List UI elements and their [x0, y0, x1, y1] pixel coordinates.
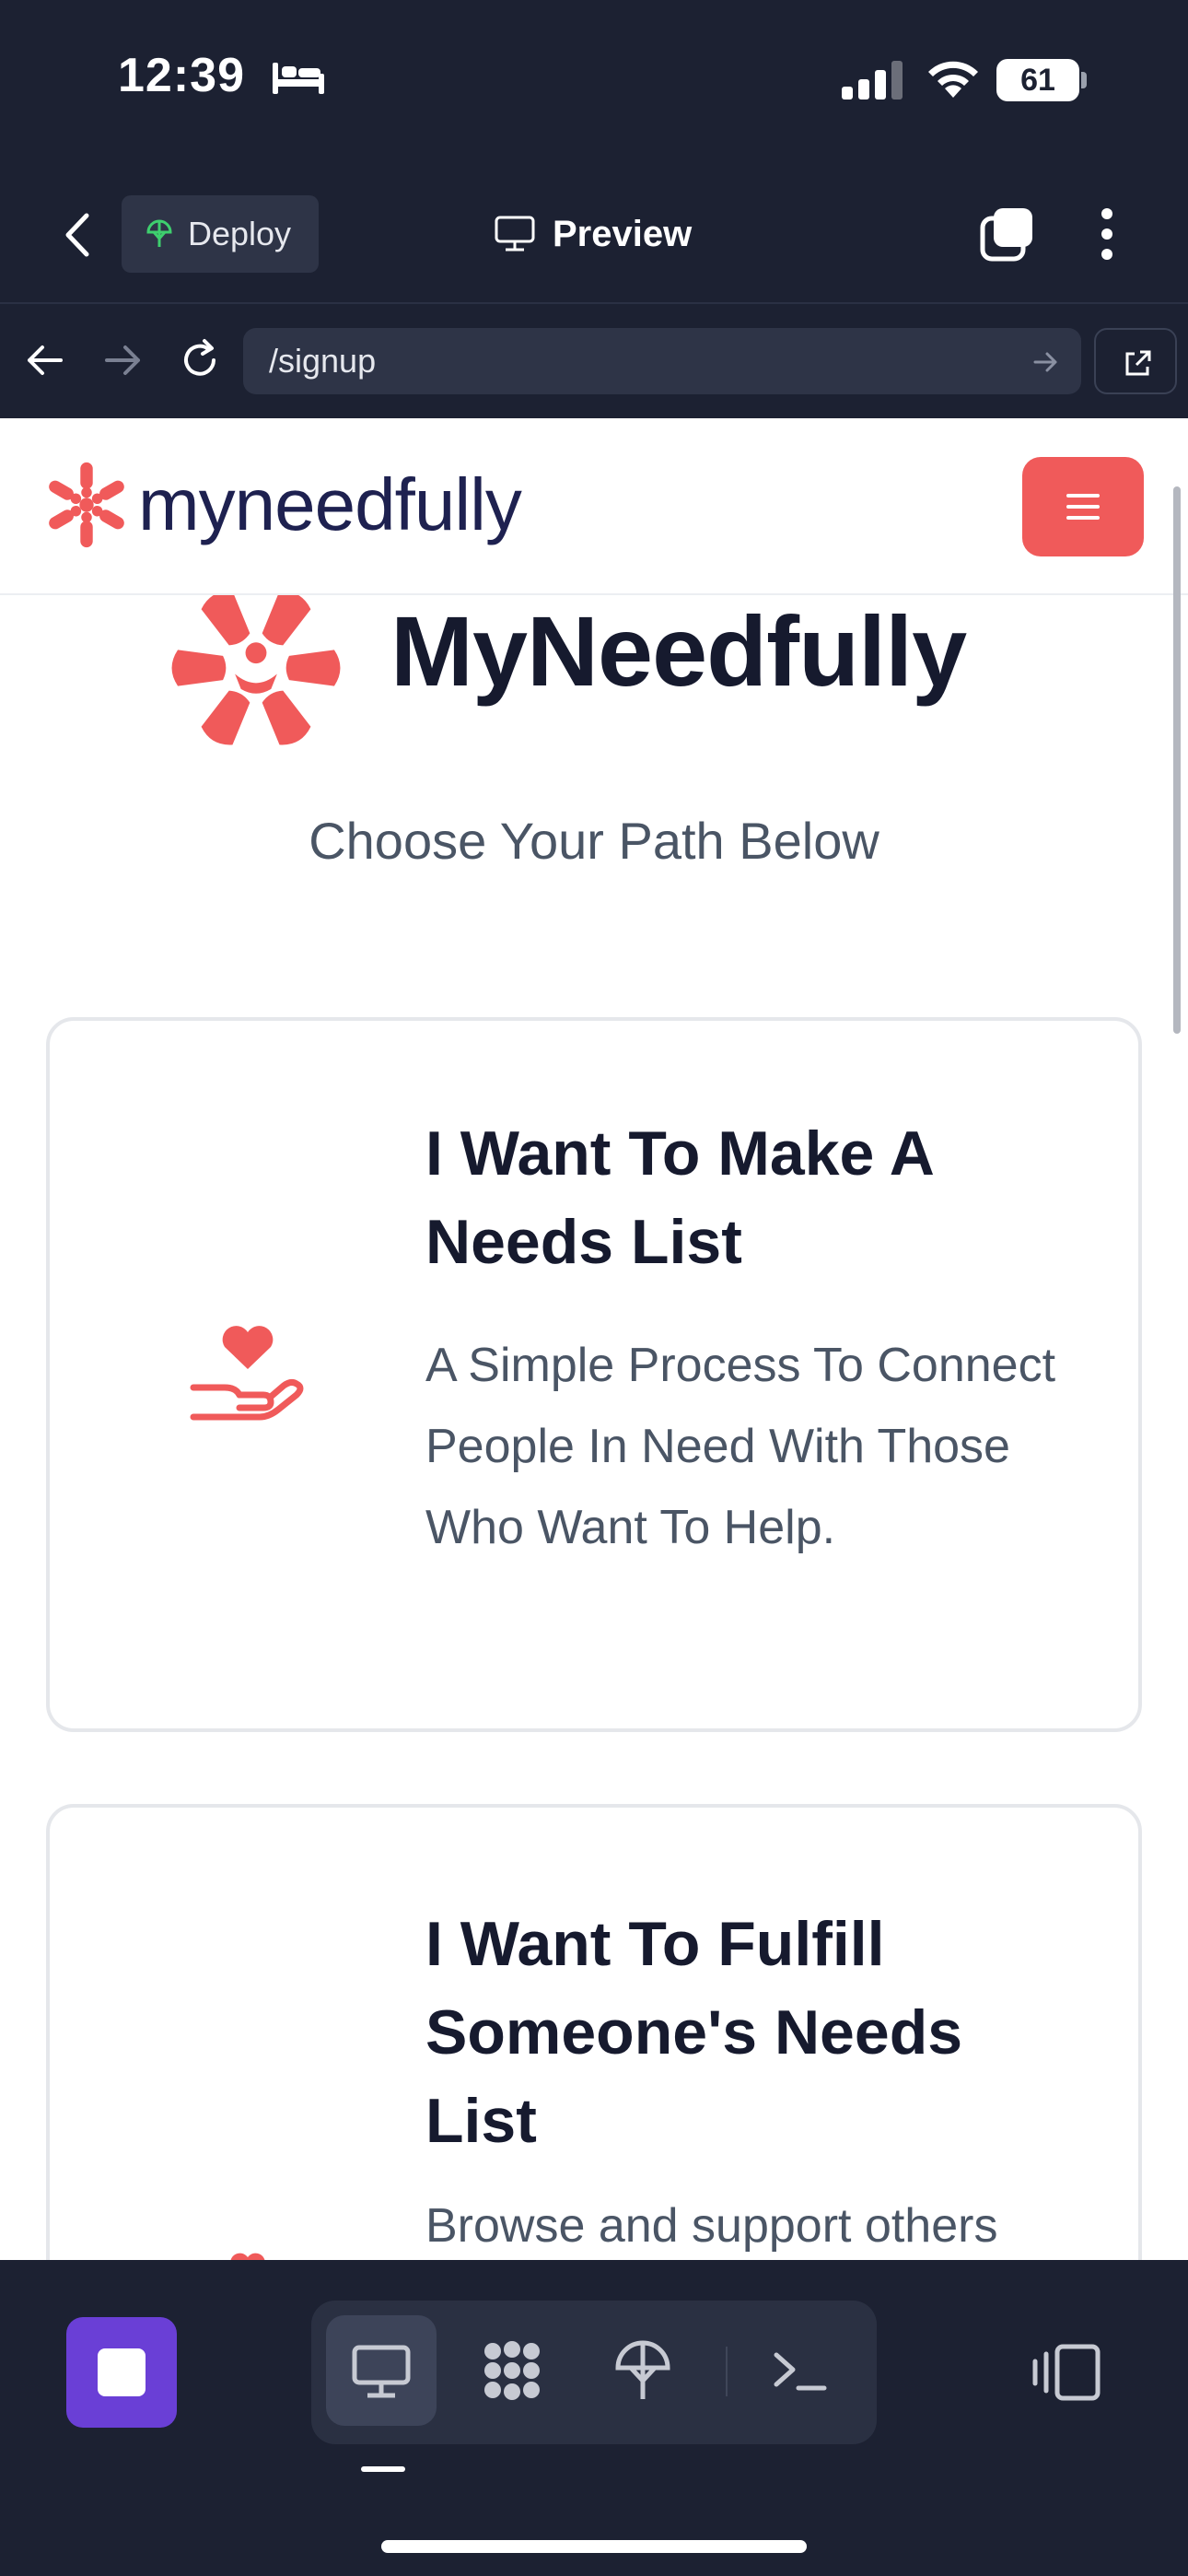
go-arrow-icon[interactable]: [1031, 348, 1059, 376]
terminal-icon: [774, 2352, 827, 2391]
url-field[interactable]: /signup: [243, 328, 1081, 394]
fulfill-needs-list-card[interactable]: I Want To Fulfill Someone's Needs List B…: [46, 1804, 1142, 2260]
browser-bar: /signup: [0, 304, 1188, 418]
url-text: /signup: [269, 342, 377, 380]
page-subtitle: Choose Your Path Below: [309, 812, 879, 870]
hamburger-icon-line: [1066, 516, 1100, 520]
card-description: Browse and support others: [425, 2199, 998, 2253]
deploy-label: Deploy: [188, 215, 292, 252]
hamburger-menu-button[interactable]: [1022, 457, 1144, 556]
device-frame-icon[interactable]: [1030, 2343, 1103, 2402]
webview: myneedfully MyNeedfully Choose Your Path…: [0, 418, 1188, 2260]
deploy-button[interactable]: Deploy: [122, 195, 319, 273]
forward-arrow-icon[interactable]: [99, 337, 146, 383]
home-indicator[interactable]: [381, 2540, 807, 2553]
active-tool-indicator: [361, 2466, 405, 2472]
stop-icon: [98, 2348, 146, 2396]
monitor-icon: [352, 2345, 411, 2398]
terminal-tool-button[interactable]: [744, 2315, 855, 2426]
card-title: I Want To Fulfill Someone's Needs List: [425, 1909, 963, 2156]
status-time: 12:39: [118, 49, 245, 102]
site-navbar: myneedfully: [0, 418, 1188, 595]
heart-in-hand-icon: [190, 1326, 304, 1421]
open-external-icon: [1125, 350, 1151, 376]
site-brand[interactable]: myneedfully: [138, 463, 522, 547]
app-header: Deploy Preview: [0, 166, 1188, 304]
make-needs-list-card[interactable]: I Want To Make A Needs List A Simple Pro…: [46, 1017, 1142, 1732]
back-arrow-icon[interactable]: [22, 337, 68, 383]
preview-tool-button[interactable]: [326, 2315, 437, 2426]
hamburger-icon-line: [1066, 494, 1100, 498]
workspace-tool-button[interactable]: [457, 2315, 567, 2426]
reload-icon[interactable]: [177, 337, 223, 383]
back-chevron-icon[interactable]: [55, 210, 101, 260]
bed-icon: [273, 63, 324, 94]
deploy-globe-icon: [615, 2340, 670, 2399]
preview-label: Preview: [553, 213, 693, 254]
tool-group: [311, 2301, 877, 2444]
card-description: A Simple Process To Connect People In Ne…: [425, 1339, 1056, 1554]
hands-holding-heart-icon: [230, 2253, 265, 2260]
hamburger-icon-line: [1066, 505, 1100, 509]
workspace-grid-icon: [484, 2341, 540, 2400]
hero-title: MyNeedfully: [390, 595, 967, 707]
battery-tip: [1081, 72, 1087, 88]
preview-title: Preview: [494, 206, 692, 262]
logo-icon[interactable]: [42, 461, 131, 549]
tool-divider: [726, 2347, 728, 2396]
stop-button[interactable]: [66, 2317, 177, 2428]
more-vertical-icon[interactable]: [1096, 206, 1118, 262]
scrollbar[interactable]: [1173, 486, 1181, 1034]
wifi-icon: [928, 61, 978, 98]
deploy-globe-icon: [146, 219, 172, 247]
monitor-icon: [495, 216, 535, 252]
status-bar: 12:39 61: [0, 0, 1188, 166]
bottom-toolbar: [0, 2260, 1188, 2576]
tabs-icon[interactable]: [980, 206, 1035, 262]
card-title: I Want To Make A Needs List: [425, 1118, 933, 1277]
battery-indicator: 61: [996, 59, 1079, 101]
deploy-tool-button[interactable]: [588, 2315, 698, 2426]
open-external-button[interactable]: [1094, 328, 1177, 394]
cellular-signal-icon: [842, 61, 903, 100]
hero-logo-icon: [171, 591, 341, 745]
